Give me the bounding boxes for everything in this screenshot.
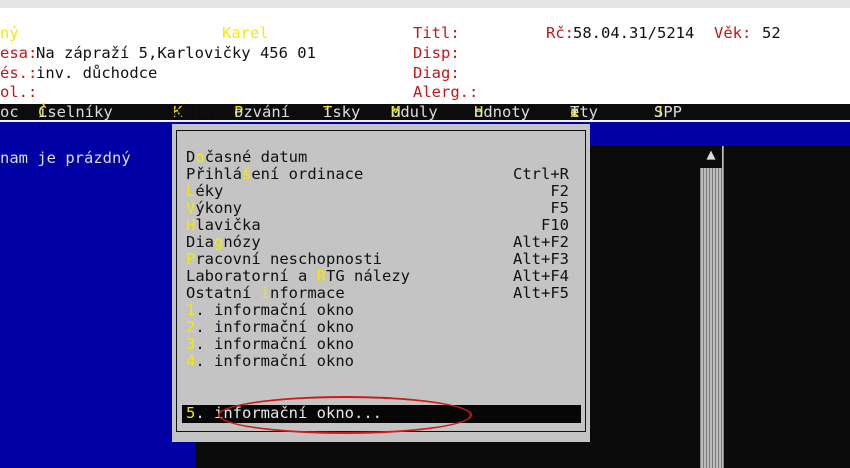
menu-option-ostatni-informace[interactable]: Ostatní informace Alt+F5 xyxy=(186,284,581,303)
menu-option-informacni-okno-4[interactable]: 4. informační okno xyxy=(186,352,581,371)
patient-first-name: Karel xyxy=(222,24,269,42)
vertical-scrollbar[interactable] xyxy=(700,146,724,468)
address-value: Na zápraží 5,Karlovičky 456 01 xyxy=(36,44,316,62)
menu-option-leky[interactable]: Léky F2 xyxy=(186,182,581,201)
menu-option-hlavicka[interactable]: Hlavička F10 xyxy=(186,216,581,235)
age-value: 52 xyxy=(762,24,781,42)
status-label: és.: xyxy=(0,64,38,82)
disp-label: Disp: xyxy=(413,44,460,62)
menu-option-docasne-datum[interactable]: Dočasné datum xyxy=(186,148,581,167)
scroll-up-arrow-icon[interactable]: ▲ xyxy=(700,145,722,168)
menu-option-informacni-okno-1[interactable]: 1. informační okno xyxy=(186,301,581,320)
age-label: Věk: xyxy=(714,24,752,42)
alerg-label: Alerg.: xyxy=(413,83,479,101)
diag-label: Diag: xyxy=(413,64,460,82)
menu-option-vykony[interactable]: Výkony F5 xyxy=(186,199,581,218)
window-top-strip xyxy=(0,0,850,8)
dropdown-shadow xyxy=(196,442,590,462)
empty-list-message: nam je prázdný xyxy=(0,149,131,167)
main-menu-bar: oc Číselníky Karta Pozvání Tisky Moduly … xyxy=(0,103,850,122)
address-label: esa: xyxy=(0,44,38,62)
menu-option-pracovni-neschopnosti[interactable]: Pracovní neschopnosti Alt+F3 xyxy=(186,250,581,269)
menu-option-laboratorni-nalezy[interactable]: Laboratorní a RTG nálezy Alt+F4 xyxy=(186,267,581,286)
menu-option-informacni-okno-5[interactable]: 5. informační okno... xyxy=(182,404,581,423)
pol-label: ol.: xyxy=(0,83,38,101)
rc-label: Rč: xyxy=(546,24,574,42)
menu-option-diagnozy[interactable]: Diagnózy Alt+F2 xyxy=(186,233,581,252)
menu-option-informacni-okno-3[interactable]: 3. informační okno xyxy=(186,335,581,354)
rc-value: 58.04.31/5214 xyxy=(573,24,695,42)
titl-label: Titl: xyxy=(413,24,460,42)
menu-option-prihlaseni-ordinace[interactable]: Přihlášení ordinace Ctrl+R xyxy=(186,165,581,184)
status-value: inv. důchodce xyxy=(36,64,158,82)
patient-surname: ný xyxy=(0,24,19,42)
menu-option-informacni-okno-2[interactable]: 2. informační okno xyxy=(186,318,581,337)
